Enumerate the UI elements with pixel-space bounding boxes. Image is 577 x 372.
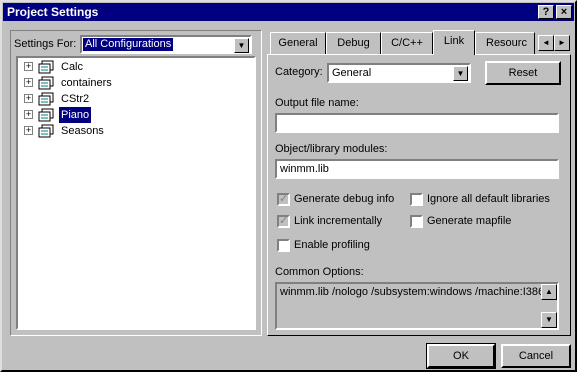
tree-item-label: Piano — [59, 107, 92, 123]
ok-button[interactable]: OK — [426, 343, 496, 369]
tab-debug[interactable]: Debug — [326, 32, 381, 54]
project-icon — [38, 92, 54, 106]
tree-item-label: CStr2 — [61, 93, 90, 105]
project-settings-dialog: Project Settings ? × Settings For: All C… — [0, 0, 577, 372]
tree-item-label: containers — [61, 77, 112, 89]
project-icon — [38, 108, 54, 122]
project-icon — [38, 124, 54, 138]
tab-general[interactable]: General — [270, 32, 326, 54]
settings-for-value: All Configurations — [83, 38, 174, 51]
expand-icon[interactable]: + — [24, 94, 33, 103]
project-icon — [38, 60, 54, 74]
tab-resourc[interactable]: Resourc — [475, 32, 535, 54]
title-bar[interactable]: Project Settings ? × — [3, 3, 574, 21]
project-tree[interactable]: + Calc + containers + CStr2 + Piano + Seasons — [16, 56, 256, 330]
tab-scroll-left-icon[interactable]: ◄ — [538, 35, 554, 51]
expand-icon[interactable]: + — [24, 62, 33, 71]
tab-scroll-right-icon[interactable]: ► — [554, 35, 570, 51]
project-icon — [38, 76, 54, 90]
settings-for-dropdown[interactable]: All Configurations ▼ — [80, 35, 252, 54]
help-button[interactable]: ? — [538, 5, 554, 19]
tree-item-label: Calc — [61, 61, 84, 73]
expand-icon[interactable]: + — [24, 110, 33, 119]
expand-icon[interactable]: + — [24, 78, 33, 87]
tree-item-label: Seasons — [61, 125, 104, 137]
tab-cc[interactable]: C/C++ — [381, 32, 433, 54]
close-button[interactable]: × — [556, 5, 572, 19]
dropdown-arrow-icon[interactable]: ▼ — [234, 38, 249, 53]
expand-icon[interactable]: + — [24, 126, 33, 135]
tab-link[interactable]: Link — [433, 30, 475, 55]
window-title: Project Settings — [7, 5, 99, 19]
tab-panel — [267, 54, 571, 336]
settings-for-label: Settings For: — [14, 38, 77, 50]
cancel-button[interactable]: Cancel — [501, 344, 571, 368]
